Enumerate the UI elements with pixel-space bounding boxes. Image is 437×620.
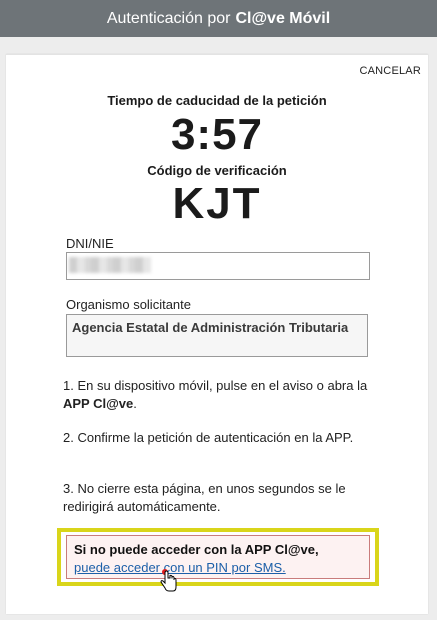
dni-label: DNI/NIE [66,236,114,251]
redacted-dni-value [69,257,151,273]
auth-card: CANCELAR Tiempo de caducidad de la petic… [6,54,428,614]
step-1-end: . [133,396,137,411]
expiry-timer: 3:57 [170,110,264,159]
organism-label: Organismo solicitante [66,297,191,312]
sms-pin-title: Si no puede acceder con la APP Cl@ve, [74,542,319,557]
instruction-step-2: 2. Confirme la petición de autenticación… [63,430,354,445]
sms-pin-highlight-box: Si no puede acceder con la APP Cl@ve, pu… [57,528,379,586]
sms-pin-link[interactable]: puede acceder con un PIN por SMS. [74,560,286,575]
verification-label: Código de verificación [147,163,287,178]
expiry-label: Tiempo de caducidad de la petición [107,93,327,108]
organism-field: Agencia Estatal de Administración Tribut… [66,314,368,357]
title-brand: Cl@ve Móvil [235,9,331,27]
step-1-text: 1. En su dispositivo móvil, pulse en el … [63,378,368,393]
title-bar: Autenticación por Cl@ve Móvil [0,0,437,37]
title-prefix: Autenticación por [106,9,231,27]
instruction-step-3: 3. No cierre esta página, en unos segund… [63,481,346,514]
dni-field [66,252,370,280]
cancel-button[interactable]: CANCELAR [359,65,421,77]
app-name: APP Cl@ve [63,396,134,411]
verification-code: KJT [172,179,262,228]
hand-pointer-icon [160,569,177,592]
sms-pin-notice: Si no puede acceder con la APP Cl@ve, pu… [66,535,370,579]
instruction-step-1: 1. En su dispositivo móvil, pulse en el … [63,377,373,413]
